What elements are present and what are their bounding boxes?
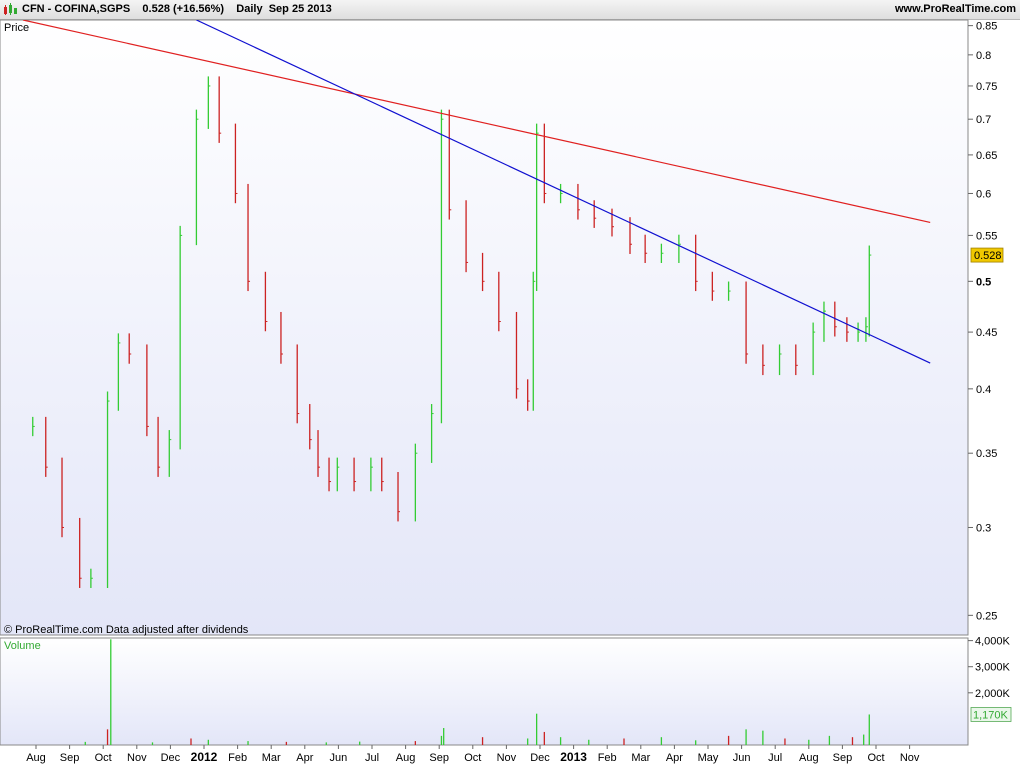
x-axis-label: Jul xyxy=(768,752,782,764)
x-axis-label: Feb xyxy=(228,752,247,764)
price-axis-label: 0.6 xyxy=(976,188,991,200)
x-axis-label: Feb xyxy=(598,752,617,764)
price-axis-label: 0.7 xyxy=(976,114,991,126)
x-axis-label: Jun xyxy=(733,752,751,764)
x-axis-label: Dec xyxy=(530,752,550,764)
x-axis-label: Nov xyxy=(127,752,147,764)
x-axis-label: Sep xyxy=(833,752,853,764)
x-axis-label: Dec xyxy=(161,752,181,764)
x-axis-label: Aug xyxy=(396,752,416,764)
price-axis-label: 0.75 xyxy=(976,81,997,93)
price-axis-label: 0.25 xyxy=(976,610,997,622)
x-axis-label: Aug xyxy=(26,752,46,764)
volume-axis-label: 3,000K xyxy=(975,662,1011,674)
price-axis-label: 0.55 xyxy=(976,230,997,242)
price-axis-label: 0.65 xyxy=(976,150,997,162)
x-axis-label: Sep xyxy=(429,752,449,764)
volume-panel-label: Volume xyxy=(4,640,41,652)
last-price-badge-label: 0.528 xyxy=(974,250,1002,262)
price-axis-label: 0.3 xyxy=(976,522,991,534)
x-axis-label: Mar xyxy=(631,752,650,764)
volume-panel xyxy=(0,637,969,746)
x-axis-label: Nov xyxy=(900,752,920,764)
price-axis-label: 0.85 xyxy=(976,21,997,33)
price-axis-label: 0.4 xyxy=(976,384,991,396)
x-axis-label: Oct xyxy=(867,752,884,764)
x-axis-label: May xyxy=(698,752,719,764)
x-axis-label: Oct xyxy=(95,752,112,764)
x-axis-label: Aug xyxy=(799,752,819,764)
x-axis-label: Jul xyxy=(365,752,379,764)
price-axis-label: 0.35 xyxy=(976,448,997,460)
copyright-note: © ProRealTime.com Data adjusted after di… xyxy=(4,624,249,636)
price-axis-label: 0.8 xyxy=(976,50,991,62)
volume-axis-label: 4,000K xyxy=(975,636,1011,648)
price-panel-label: Price xyxy=(4,22,29,34)
x-axis-label: Apr xyxy=(296,752,313,764)
x-axis-label: 2013 xyxy=(560,750,587,764)
x-axis-label: Jun xyxy=(330,752,348,764)
chart-canvas: 0.25 0.3 0.35 0.4 0.45 0.5 0.55 0.6 0.65 0.7 0.75 0… xyxy=(0,19,1012,764)
x-axis-label: Oct xyxy=(464,752,481,764)
volume-axis-label: 2,000K xyxy=(975,688,1011,700)
x-axis-label: Mar xyxy=(262,752,281,764)
x-axis-label: Nov xyxy=(497,752,517,764)
x-axis-label: 2012 xyxy=(191,750,218,764)
x-axis-label: Apr xyxy=(666,752,683,764)
x-axis-label: Sep xyxy=(60,752,80,764)
price-panel xyxy=(0,19,969,636)
price-axis-label: 0.5 xyxy=(976,276,991,288)
last-volume-badge-label: 1,170K xyxy=(973,709,1009,721)
price-axis-label: 0.45 xyxy=(976,327,997,339)
